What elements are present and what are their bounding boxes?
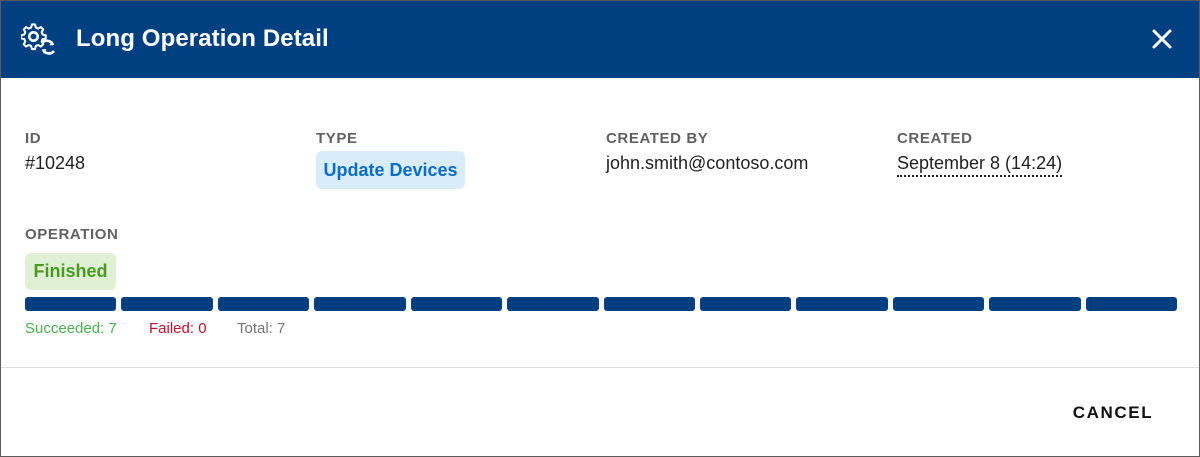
operation-detail-dialog: Long Operation Detail ID #10248 TYPE Upd… [0,0,1200,457]
operation-label: OPERATION [25,226,119,243]
progress-segment [603,297,695,311]
gear-sync-icon [21,23,55,55]
cancel-button[interactable]: CANCEL [1061,393,1165,433]
status-badge: Finished [25,253,116,290]
created-date-value[interactable]: September 8 (14:24) [897,153,1063,177]
operation-progress-bar [25,297,1178,311]
dialog-header: Long Operation Detail [1,1,1199,78]
progress-segment [410,297,503,311]
progress-segment [892,297,985,311]
created-by-value: john.smith@contoso.com [606,153,809,173]
type-badge: Update Devices [316,151,465,189]
footer-divider [1,367,1199,368]
progress-segment [25,297,117,311]
created-label: CREATED [897,130,973,147]
progress-segment [507,297,599,311]
progress-segment [989,297,1081,311]
progress-segment [796,297,888,311]
progress-segment [314,297,406,311]
failed-count: Failed: 0 [149,320,207,337]
total-count: Total: 7 [237,320,286,337]
progress-segment [1085,297,1178,311]
id-value: #10248 [25,153,86,173]
type-label: TYPE [316,130,358,147]
close-icon[interactable] [1148,25,1176,53]
progress-segment [217,297,310,311]
id-label: ID [25,130,42,147]
dialog-title: Long Operation Detail [76,25,329,52]
progress-segment [699,297,792,311]
progress-segment [121,297,213,311]
created-by-label: CREATED BY [606,130,709,147]
succeeded-count: Succeeded: 7 [25,320,117,337]
